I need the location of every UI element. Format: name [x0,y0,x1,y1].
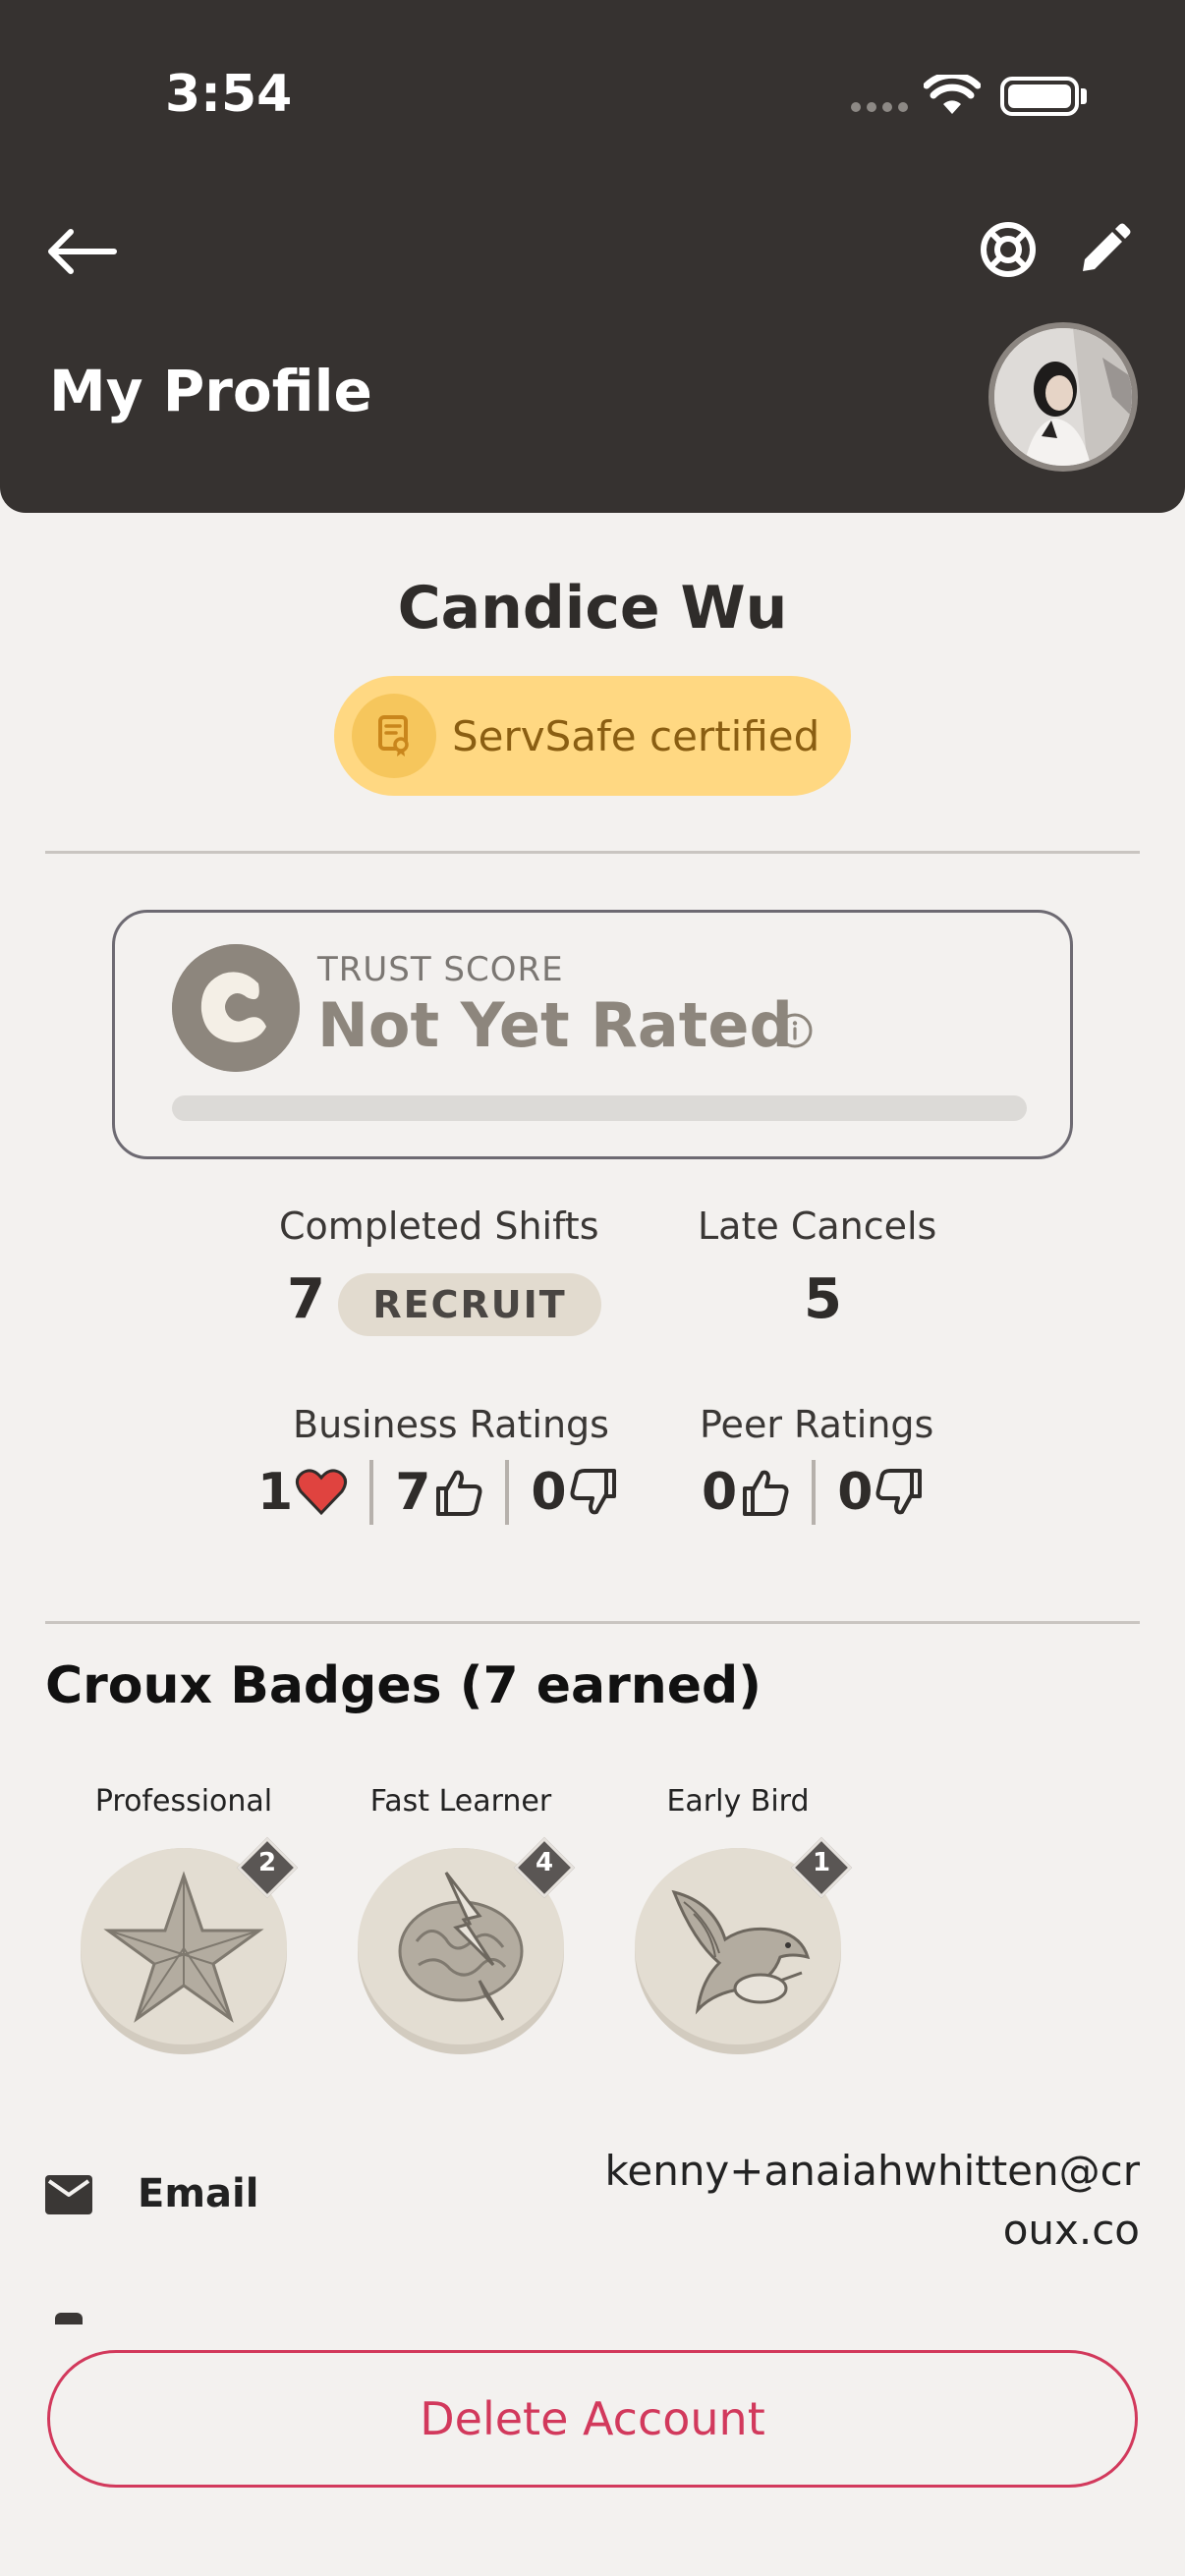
email-label: Email [138,2171,259,2216]
badge-label: Fast Learner [369,1784,552,1819]
phone-icon [55,2313,83,2324]
thumbs-up-icon [436,1470,482,1516]
separator [505,1460,510,1525]
peer-ratings-label: Peer Ratings [700,1403,934,1446]
business-thumbs-down-count: 0 [531,1463,567,1522]
info-icon[interactable] [775,1011,815,1050]
badge-coin: 2 [81,1836,299,2054]
croux-logo-icon [172,944,300,1072]
peer-thumbs-up-count: 0 [702,1463,738,1522]
badge-professional[interactable]: Professional 2 [81,1784,299,2054]
badge-count: 1 [790,1836,853,1899]
level-badge: RECRUIT [338,1273,601,1336]
thumbs-down-icon [570,1469,616,1515]
badge-count: 4 [513,1836,576,1899]
badge-early-bird[interactable]: Early Bird 1 [635,1784,853,2054]
business-ratings-label: Business Ratings [293,1403,609,1446]
badge-label: Professional [94,1784,273,1819]
avatar[interactable] [988,322,1138,472]
badge-fast-learner[interactable]: Fast Learner 4 [358,1784,576,2054]
cellular-signal-icon [851,102,908,112]
trust-score-value: Not Yet Rated [317,989,793,1061]
delete-account-button[interactable]: Delete Account [47,2350,1138,2488]
thumbs-down-icon [875,1469,923,1515]
late-cancels-label: Late Cancels [698,1204,937,1248]
badge-count: 2 [236,1836,299,1899]
profile-name: Candice Wu [397,574,788,643]
divider [45,851,1140,854]
trust-score-progress-bar [172,1095,1027,1121]
peer-thumbs-down: 0 [837,1463,926,1522]
lifebuoy-help-icon[interactable] [979,220,1038,279]
peer-ratings-row: 0 0 [702,1460,926,1525]
profile-header: 3:54 My Profile [0,0,1185,513]
avatar-photo [994,328,1132,466]
back-arrow-icon[interactable] [43,222,122,281]
email-value: kenny+anaiahwhitten@croux.co [604,2147,1140,2254]
business-ratings-row: 1 7 0 [257,1460,620,1525]
battery-icon [1000,77,1079,116]
page-title: My Profile [49,358,372,424]
email-icon [45,2175,92,2214]
late-cancels-value: 5 [804,1267,842,1331]
battery-cap [1081,88,1087,104]
trust-score-label: TRUST SCORE [317,950,564,989]
business-hearts: 1 [257,1463,348,1522]
badge-coin: 1 [635,1836,853,2054]
business-thumbs-up: 7 [395,1463,483,1522]
edit-pencil-icon[interactable] [1077,222,1132,277]
separator [812,1460,817,1525]
completed-shifts-value: 7 [287,1267,325,1331]
completed-shifts-label: Completed Shifts [279,1204,599,1248]
business-thumbs-up-count: 7 [395,1463,431,1522]
badges-section-title: Croux Badges (7 earned) [45,1656,762,1715]
status-time: 3:54 [165,65,293,124]
peer-thumbs-down-count: 0 [837,1463,874,1522]
certificate-icon [352,694,436,778]
divider [45,1621,1140,1624]
thumbs-up-icon [743,1470,789,1516]
badge-coin: 4 [358,1836,576,2054]
trust-score-card[interactable]: TRUST SCORE Not Yet Rated [112,910,1073,1159]
wifi-icon [924,75,981,114]
heart-icon [296,1469,348,1516]
business-hearts-count: 1 [257,1463,294,1522]
certification-badge: ServSafe certified [334,676,851,796]
separator [369,1460,374,1525]
business-thumbs-down: 0 [531,1463,619,1522]
certification-text: ServSafe certified [452,711,820,760]
peer-thumbs-up: 0 [702,1463,790,1522]
badge-label: Early Bird [666,1784,810,1819]
